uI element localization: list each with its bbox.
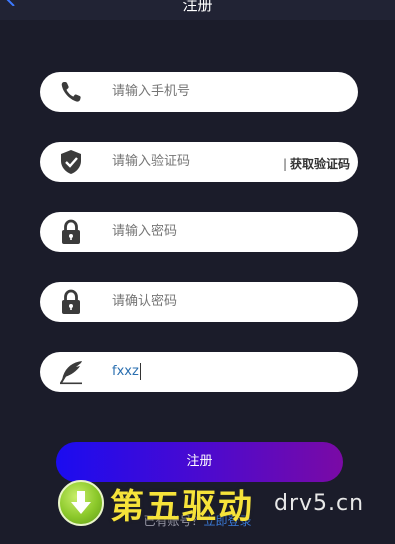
download-arrow-icon	[58, 480, 104, 526]
get-code-button[interactable]: | 获取验证码	[283, 142, 350, 182]
nickname-input[interactable]: fxxz	[112, 352, 302, 392]
text-caret	[139, 363, 141, 380]
confirm-password-field[interactable]	[40, 282, 358, 322]
header-bar: 注册	[0, 0, 395, 20]
nickname-value: fxxz	[112, 364, 139, 379]
register-button[interactable]: 注册	[56, 442, 343, 482]
phone-input[interactable]	[112, 72, 302, 112]
lock-icon	[62, 219, 80, 244]
watermark-brand: 第五驱动	[110, 486, 254, 527]
lock-icon	[62, 289, 80, 314]
password-field[interactable]	[40, 212, 358, 252]
code-input[interactable]	[112, 142, 302, 182]
watermark-domain: drv5.cn	[274, 490, 365, 516]
phone-field[interactable]	[40, 72, 358, 112]
code-field[interactable]: |获取验证码	[40, 142, 358, 182]
page-title: 注册	[182, 0, 213, 14]
nickname-field[interactable]: fxxz	[40, 352, 358, 392]
password-input[interactable]	[112, 212, 302, 252]
shield-check-icon	[61, 150, 81, 174]
phone-icon	[61, 82, 81, 102]
watermark: 第五驱动 drv5.cn	[58, 478, 364, 528]
get-code-label: 获取验证码	[289, 157, 350, 171]
confirm-password-input[interactable]	[112, 282, 302, 322]
feather-icon	[60, 361, 82, 385]
divider: |	[282, 157, 287, 171]
